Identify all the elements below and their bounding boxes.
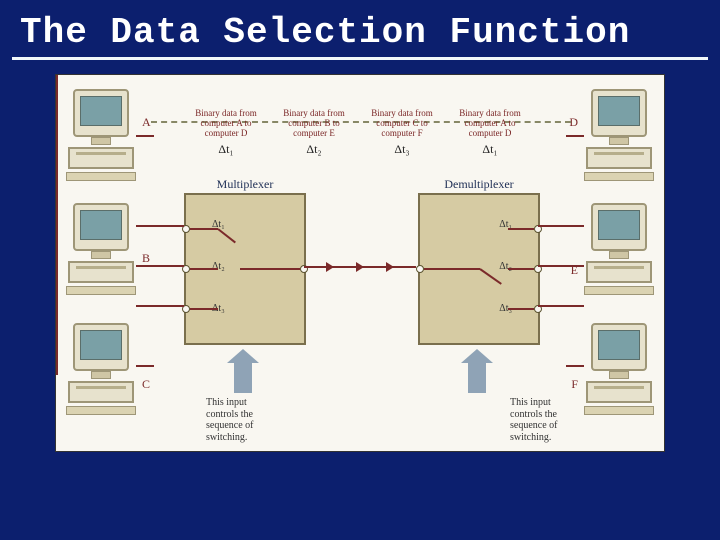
control-arrow-right: [468, 363, 486, 393]
multiplexer-box: Multiplexer Δt₁ Δt₂ Δt₃: [184, 193, 306, 345]
link-arrow-2: [356, 262, 364, 272]
mux-dt2: Δt₂: [212, 261, 225, 272]
diagram-canvas: A B C D E F Multiplexer Δt₁ Δt₂ Δt₃ Demu: [55, 74, 665, 452]
demux-dt2: Δt₂: [499, 261, 512, 272]
topnote-1: Binary data from computer B to computer …: [274, 109, 354, 156]
computer-c: [66, 323, 136, 413]
link-arrow-3: [386, 262, 394, 272]
topnote-0: Binary data from computer A to computer …: [186, 109, 266, 156]
label-c: C: [142, 377, 150, 392]
demultiplexer-label: Demultiplexer: [420, 177, 538, 192]
label-b: B: [142, 251, 150, 266]
caption-left: This input controls the sequence of swit…: [206, 397, 276, 443]
caption-right: This input controls the sequence of swit…: [510, 397, 580, 443]
page-title: The Data Selection Function: [0, 0, 720, 57]
link-arrow-1: [326, 262, 334, 272]
topnote-3: Binary data from computer A to computer …: [450, 109, 530, 156]
label-a: A: [142, 115, 151, 130]
computer-e: [584, 203, 654, 293]
computer-a: [66, 89, 136, 179]
computer-b: [66, 203, 136, 293]
computer-d: [584, 89, 654, 179]
topnote-2: Binary data from computer C to computer …: [362, 109, 442, 156]
demultiplexer-box: Demultiplexer Δt₁ Δt₂ Δt₃: [418, 193, 540, 345]
label-f: F: [571, 377, 578, 392]
title-underline: [12, 57, 708, 60]
computer-f: [584, 323, 654, 413]
multiplexer-label: Multiplexer: [186, 177, 304, 192]
control-arrow-left: [234, 363, 252, 393]
